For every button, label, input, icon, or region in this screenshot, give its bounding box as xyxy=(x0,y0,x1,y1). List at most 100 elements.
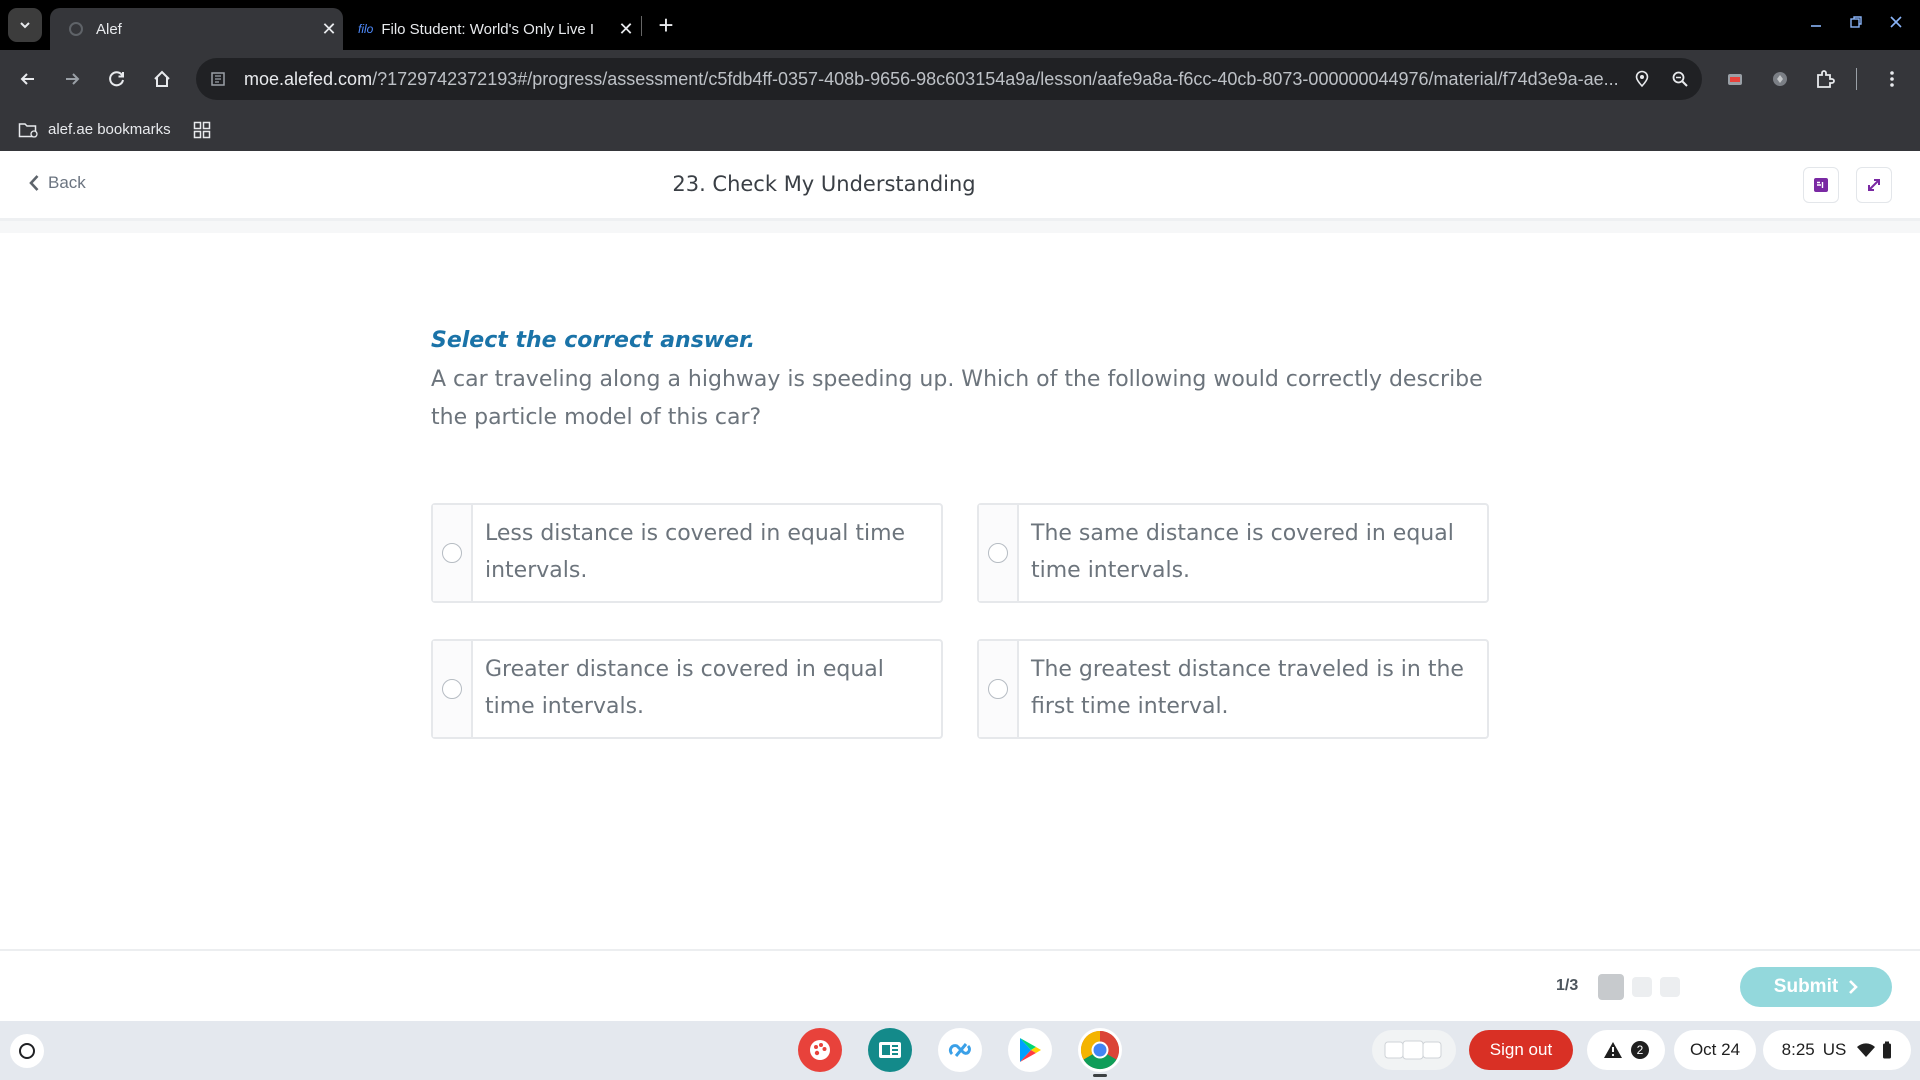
extensions-menu-button[interactable] xyxy=(1809,63,1841,95)
tab-title: Alef xyxy=(96,20,122,38)
option-radio-column xyxy=(433,505,473,601)
bookmark-folder-label: alef.ae bookmarks xyxy=(48,121,171,138)
tab-title: Filo Student: World's Only Live I xyxy=(381,20,595,38)
extension-button[interactable] xyxy=(1764,63,1796,95)
sign-out-button[interactable]: Sign out xyxy=(1469,1030,1573,1070)
url-host: moe.alefed.com xyxy=(244,68,373,89)
forward-nav-button[interactable] xyxy=(56,63,88,95)
expand-icon xyxy=(1868,179,1880,191)
arrow-right-icon xyxy=(66,73,80,85)
back-nav-button[interactable] xyxy=(12,63,44,95)
location-icon[interactable] xyxy=(1626,63,1658,95)
question-text: A car traveling along a highway is speed… xyxy=(431,367,1483,430)
holding-space-icon xyxy=(1384,1040,1442,1060)
holding-space-button[interactable] xyxy=(1372,1030,1456,1070)
address-bar[interactable]: moe.alefed.com/?1729742372193#/progress/… xyxy=(196,58,1702,100)
canvas-app-icon[interactable] xyxy=(798,1028,842,1072)
date-tray[interactable]: Oct 24 xyxy=(1674,1030,1756,1070)
submit-label: Submit xyxy=(1773,976,1839,997)
progress-step xyxy=(1632,977,1652,997)
status-tray[interactable]: 8:25 US xyxy=(1763,1030,1911,1070)
chevron-right-icon xyxy=(1849,980,1859,994)
reload-icon xyxy=(109,71,124,87)
progress-counter: 1/3 xyxy=(1556,977,1579,994)
filo-favicon-icon: filo xyxy=(358,22,374,36)
page-title: 23. Check My Understanding xyxy=(672,172,976,196)
option-text: Greater distance is covered in equal tim… xyxy=(485,657,884,719)
progress-step-current xyxy=(1598,974,1624,1000)
option-radio[interactable] xyxy=(442,543,462,563)
link-app-icon[interactable] xyxy=(938,1028,982,1072)
zoom-icon[interactable] xyxy=(1664,63,1696,95)
reload-button[interactable] xyxy=(101,63,133,95)
time-label: 8:25 xyxy=(1781,1040,1815,1059)
option-radio-column xyxy=(979,505,1019,601)
tab-strip: Alef ✕ filo Filo Student: World's Only L… xyxy=(0,0,1920,50)
answer-option[interactable]: Greater distance is covered in equal tim… xyxy=(431,639,943,739)
puzzle-icon xyxy=(1817,70,1835,88)
close-tab-icon[interactable]: ✕ xyxy=(612,19,640,40)
bookmark-folder[interactable]: alef.ae bookmarks xyxy=(18,121,171,139)
extension-app-icon xyxy=(1728,74,1742,85)
chrome-app-icon[interactable] xyxy=(1078,1028,1122,1072)
fullscreen-button[interactable] xyxy=(1856,167,1892,203)
sign-out-label: Sign out xyxy=(1489,1040,1553,1059)
window-controls xyxy=(1804,10,1908,34)
toolbar-divider xyxy=(1856,68,1857,90)
managed-folder-icon xyxy=(18,122,38,138)
more-vertical-icon xyxy=(1890,71,1894,87)
lesson-header: Back 23. Check My Understanding xyxy=(0,151,1920,221)
home-button[interactable] xyxy=(146,63,178,95)
submit-button[interactable]: Submit xyxy=(1740,967,1892,1007)
option-text: Less distance is covered in equal time i… xyxy=(485,521,906,583)
minimize-icon[interactable] xyxy=(1804,10,1828,34)
option-text: The greatest distance traveled is in the… xyxy=(1031,657,1464,719)
bookmarks-bar: alef.ae bookmarks xyxy=(0,108,1920,151)
question-area: Select the correct answer. A car traveli… xyxy=(0,221,1920,949)
question-instruction: Select the correct answer. xyxy=(431,328,756,353)
option-radio[interactable] xyxy=(442,679,462,699)
launcher-icon xyxy=(19,1043,35,1059)
tool-button[interactable] xyxy=(1803,167,1839,203)
tab-alef[interactable]: Alef ✕ xyxy=(50,8,343,50)
locale-label: US xyxy=(1822,1040,1847,1059)
close-tab-icon[interactable]: ✕ xyxy=(315,19,343,40)
browser-menu-button[interactable] xyxy=(1876,63,1908,95)
new-tab-button[interactable]: + xyxy=(652,12,680,40)
option-radio-column xyxy=(433,641,473,737)
running-indicator xyxy=(1093,1074,1107,1077)
assessment-footer: 1/3 Submit xyxy=(0,949,1920,1021)
apps-shortcut[interactable] xyxy=(193,121,219,139)
warning-icon xyxy=(1604,1042,1622,1058)
option-radio-column xyxy=(979,641,1019,737)
answer-option[interactable]: The greatest distance traveled is in the… xyxy=(977,639,1489,739)
launcher-button[interactable] xyxy=(10,1034,44,1068)
os-shelf: Sign out 2 Oct 24 8:25 US xyxy=(0,1021,1920,1080)
option-radio[interactable] xyxy=(988,679,1008,699)
tab-separator xyxy=(641,16,642,36)
play-store-icon[interactable] xyxy=(1008,1028,1052,1072)
tab-search-button[interactable] xyxy=(8,8,42,42)
site-info-icon[interactable] xyxy=(208,68,230,90)
grid-icon xyxy=(193,121,210,138)
alef-favicon-icon xyxy=(68,21,84,37)
progress-step xyxy=(1660,977,1680,997)
tab-filo[interactable]: filo Filo Student: World's Only Live I ✕ xyxy=(350,8,640,50)
classroom-app-icon[interactable] xyxy=(868,1028,912,1072)
answer-option[interactable]: The same distance is covered in equal ti… xyxy=(977,503,1489,603)
tool-icon xyxy=(1814,178,1828,192)
date-label: Oct 24 xyxy=(1689,1040,1741,1059)
option-text: The same distance is covered in equal ti… xyxy=(1031,521,1454,583)
battery-icon xyxy=(1883,1041,1892,1059)
extension-button[interactable] xyxy=(1719,63,1751,95)
wifi-icon xyxy=(1857,1043,1876,1057)
chevron-down-icon xyxy=(20,22,30,29)
option-radio[interactable] xyxy=(988,543,1008,563)
arrow-left-icon xyxy=(20,73,34,85)
notification-center-button[interactable]: 2 xyxy=(1587,1030,1665,1070)
restore-icon[interactable] xyxy=(1844,10,1868,34)
home-icon xyxy=(154,70,170,87)
notification-count: 2 xyxy=(1631,1041,1649,1059)
answer-option[interactable]: Less distance is covered in equal time i… xyxy=(431,503,943,603)
close-window-icon[interactable] xyxy=(1884,10,1908,34)
